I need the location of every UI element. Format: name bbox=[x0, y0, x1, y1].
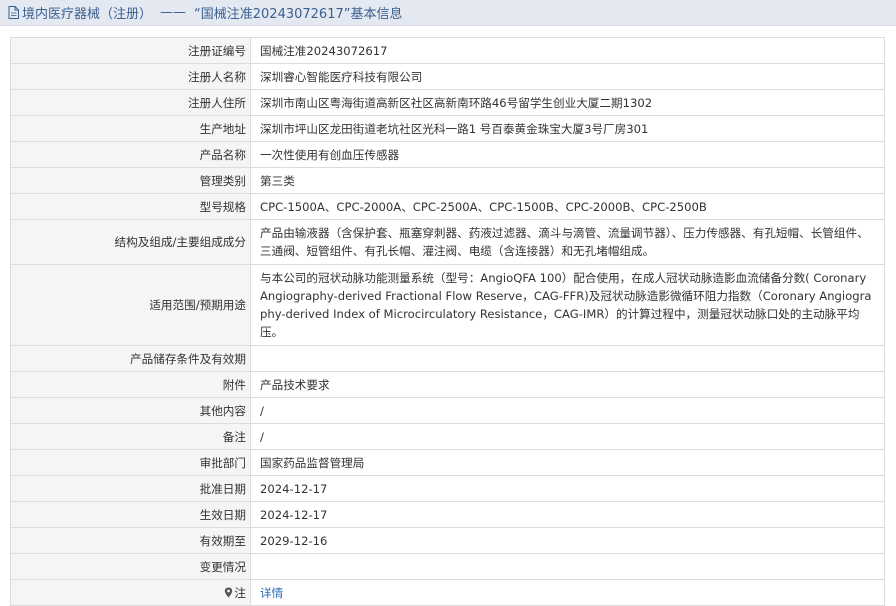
table-row: 备注 / bbox=[10, 423, 885, 450]
row-label: 注册人名称 bbox=[10, 63, 251, 90]
table-row: 管理类别 第三类 bbox=[10, 167, 885, 194]
row-value: 产品由输液器（含保护套、瓶塞穿刺器、药液过滤器、滴斗与滴管、流量调节器）、压力传… bbox=[250, 219, 885, 265]
row-label: 型号规格 bbox=[10, 193, 251, 220]
table-row: 适用范围/预期用途 与本公司的冠状动脉功能测量系统（型号：AngioQFA 10… bbox=[10, 264, 885, 346]
row-label: 有效期至 bbox=[10, 527, 251, 554]
row-label: 结构及组成/主要组成成分 bbox=[10, 219, 251, 265]
row-value: 2029-12-16 bbox=[250, 527, 885, 554]
header-separator: —— bbox=[160, 5, 187, 20]
table-row: 批准日期 2024-12-17 bbox=[10, 475, 885, 502]
details-link[interactable]: 详情 bbox=[260, 586, 283, 600]
row-value: 国家药品监督管理局 bbox=[250, 449, 885, 476]
table-row: 结构及组成/主要组成成分 产品由输液器（含保护套、瓶塞穿刺器、药液过滤器、滴斗与… bbox=[10, 219, 885, 265]
row-value bbox=[250, 345, 885, 372]
row-label: 附件 bbox=[10, 371, 251, 398]
table-row: 产品储存条件及有效期 bbox=[10, 345, 885, 372]
row-label: 生效日期 bbox=[10, 501, 251, 528]
table-row: 生效日期 2024-12-17 bbox=[10, 501, 885, 528]
page-header: 境内医疗器械（注册） —— “国械注准20243072617”基本信息 bbox=[0, 0, 896, 26]
row-value: 深圳市南山区粤海街道高新区社区高新南环路46号留学生创业大厦二期1302 bbox=[250, 89, 885, 116]
row-label: 其他内容 bbox=[10, 397, 251, 424]
row-value: 第三类 bbox=[250, 167, 885, 194]
row-label: 产品名称 bbox=[10, 141, 251, 168]
row-label: 批准日期 bbox=[10, 475, 251, 502]
row-value: 与本公司的冠状动脉功能测量系统（型号：AngioQFA 100）配合使用，在成人… bbox=[250, 264, 885, 346]
table-row: 注册证编号 国械注准20243072617 bbox=[10, 37, 885, 64]
table-row: 审批部门 国家药品监督管理局 bbox=[10, 449, 885, 476]
table-row: 变更情况 bbox=[10, 553, 885, 580]
row-value: 一次性使用有创血压传感器 bbox=[250, 141, 885, 168]
row-value: CPC-1500A、CPC-2000A、CPC-2500A、CPC-1500B、… bbox=[250, 193, 885, 220]
note-label: 注 bbox=[234, 585, 246, 600]
page-title: “国械注准20243072617”基本信息 bbox=[194, 7, 403, 22]
row-value bbox=[250, 553, 885, 580]
row-label: 注册证编号 bbox=[10, 37, 251, 64]
row-label: 审批部门 bbox=[10, 449, 251, 476]
info-container: 注册证编号 国械注准20243072617 注册人名称 深圳睿心智能医疗科技有限… bbox=[0, 26, 896, 606]
note-label-cell: 注 bbox=[10, 579, 251, 606]
table-row: 其他内容 / bbox=[10, 397, 885, 424]
row-label: 注册人住所 bbox=[10, 89, 251, 116]
row-value: 深圳市坪山区龙田街道老坑社区光科一路1 号百泰黄金珠宝大厦3号厂房301 bbox=[250, 115, 885, 142]
row-value: 产品技术要求 bbox=[250, 371, 885, 398]
pin-icon bbox=[225, 587, 233, 597]
info-table: 注册证编号 国械注准20243072617 注册人名称 深圳睿心智能医疗科技有限… bbox=[10, 37, 885, 606]
table-row: 注册人名称 深圳睿心智能医疗科技有限公司 bbox=[10, 63, 885, 90]
row-value: 2024-12-17 bbox=[250, 501, 885, 528]
table-row: 附件 产品技术要求 bbox=[10, 371, 885, 398]
table-row: 型号规格 CPC-1500A、CPC-2000A、CPC-2500A、CPC-1… bbox=[10, 193, 885, 220]
row-value: / bbox=[250, 423, 885, 450]
table-row: 产品名称 一次性使用有创血压传感器 bbox=[10, 141, 885, 168]
row-value: / bbox=[250, 397, 885, 424]
note-value: 详情 bbox=[250, 579, 885, 606]
row-label: 变更情况 bbox=[10, 553, 251, 580]
table-row: 注册人住所 深圳市南山区粤海街道高新区社区高新南环路46号留学生创业大厦二期13… bbox=[10, 89, 885, 116]
table-row: 有效期至 2029-12-16 bbox=[10, 527, 885, 554]
document-icon bbox=[8, 6, 19, 19]
row-value: 国械注准20243072617 bbox=[250, 37, 885, 64]
category-link[interactable]: 境内医疗器械（注册） bbox=[22, 3, 152, 22]
row-label: 生产地址 bbox=[10, 115, 251, 142]
row-value: 2024-12-17 bbox=[250, 475, 885, 502]
note-row: 注 详情 bbox=[10, 579, 885, 606]
row-value: 深圳睿心智能医疗科技有限公司 bbox=[250, 63, 885, 90]
row-label: 适用范围/预期用途 bbox=[10, 264, 251, 346]
row-label: 管理类别 bbox=[10, 167, 251, 194]
table-row: 生产地址 深圳市坪山区龙田街道老坑社区光科一路1 号百泰黄金珠宝大厦3号厂房30… bbox=[10, 115, 885, 142]
row-label: 备注 bbox=[10, 423, 251, 450]
row-label: 产品储存条件及有效期 bbox=[10, 345, 251, 372]
